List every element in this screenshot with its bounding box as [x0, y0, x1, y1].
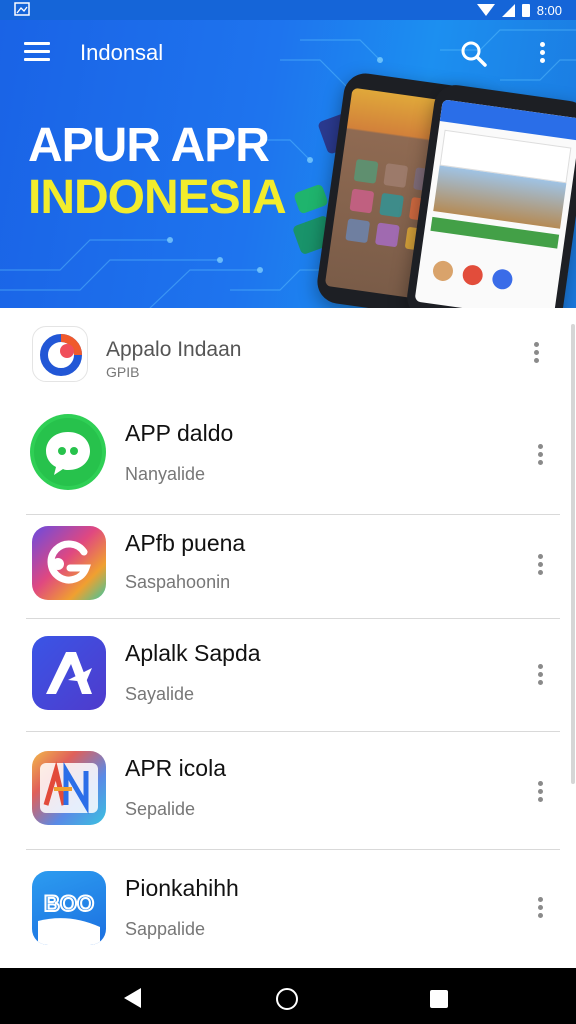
list-item[interactable]: Aplalk Sapda Sayalide	[0, 622, 566, 730]
more-vertical-icon[interactable]	[530, 342, 542, 368]
app-title: APP daldo	[125, 420, 234, 446]
status-time: 8:00	[536, 2, 562, 18]
more-vertical-icon[interactable]	[534, 554, 546, 580]
banner-headline-line1: APUR APR	[28, 119, 270, 172]
divider	[26, 849, 560, 850]
app-title: Pionkahihh	[125, 875, 239, 901]
boo-logo-icon: BOO	[32, 871, 106, 945]
letter-a-icon	[32, 636, 106, 710]
banner-headline-line2: INDONESIA	[28, 171, 287, 224]
hamburger-menu-icon[interactable]	[24, 42, 50, 64]
list-item[interactable]: BOO Pionkahihh Sappalide	[0, 853, 566, 965]
recent-square-icon[interactable]	[430, 990, 448, 1008]
app-logo-g-icon	[32, 326, 88, 382]
app-title: Aplalk Sapda	[125, 640, 261, 666]
app-title: Appalo Indaan	[106, 338, 242, 361]
back-triangle-icon[interactable]	[124, 988, 141, 1008]
gradient-g-icon	[32, 526, 106, 600]
svg-text:BOO: BOO	[44, 891, 94, 916]
list-item[interactable]: Appalo Indaan GPIB	[0, 318, 566, 398]
signal-icon	[501, 3, 515, 17]
letters-an-icon	[32, 751, 106, 825]
image-notification-icon	[14, 1, 30, 19]
more-vertical-icon[interactable]	[534, 664, 546, 690]
system-nav-bar	[0, 968, 576, 1024]
divider	[26, 514, 560, 515]
divider	[26, 731, 560, 732]
app-subtitle: Sepalide	[125, 799, 196, 819]
chat-bubble-icon	[30, 414, 106, 490]
home-circle-icon[interactable]	[276, 988, 298, 1010]
divider	[26, 618, 560, 619]
wifi-icon	[476, 4, 495, 16]
app-subtitle: Sappalide	[125, 919, 206, 939]
battery-icon	[521, 3, 530, 17]
list-item[interactable]: APP daldo Nanyalide	[0, 402, 566, 514]
more-vertical-icon[interactable]	[534, 897, 546, 923]
app-subtitle: Nanyalide	[125, 464, 206, 484]
app-title: APR icola	[125, 755, 226, 781]
hero-banner: Indonsal APUR APR INDONESIA	[0, 20, 576, 308]
app-title: APfb puena	[125, 530, 246, 556]
more-vertical-icon[interactable]	[534, 444, 546, 470]
toolbar-title: Indonsal	[80, 40, 164, 65]
status-icons: 8:00	[476, 2, 562, 18]
more-vertical-icon[interactable]	[536, 42, 548, 68]
search-icon[interactable]	[460, 40, 488, 68]
list-item[interactable]: APR icola Sepalide	[0, 735, 566, 847]
app-subtitle: GPIB	[106, 364, 140, 380]
status-bar: 8:00	[0, 0, 576, 20]
more-vertical-icon[interactable]	[534, 781, 546, 807]
app-subtitle: Saspahoonin	[125, 572, 231, 592]
scrollbar[interactable]	[571, 324, 575, 784]
list-item[interactable]: APfb puena Saspahoonin	[0, 518, 566, 618]
app-toolbar: Indonsal	[0, 20, 576, 86]
app-subtitle: Sayalide	[125, 684, 195, 704]
